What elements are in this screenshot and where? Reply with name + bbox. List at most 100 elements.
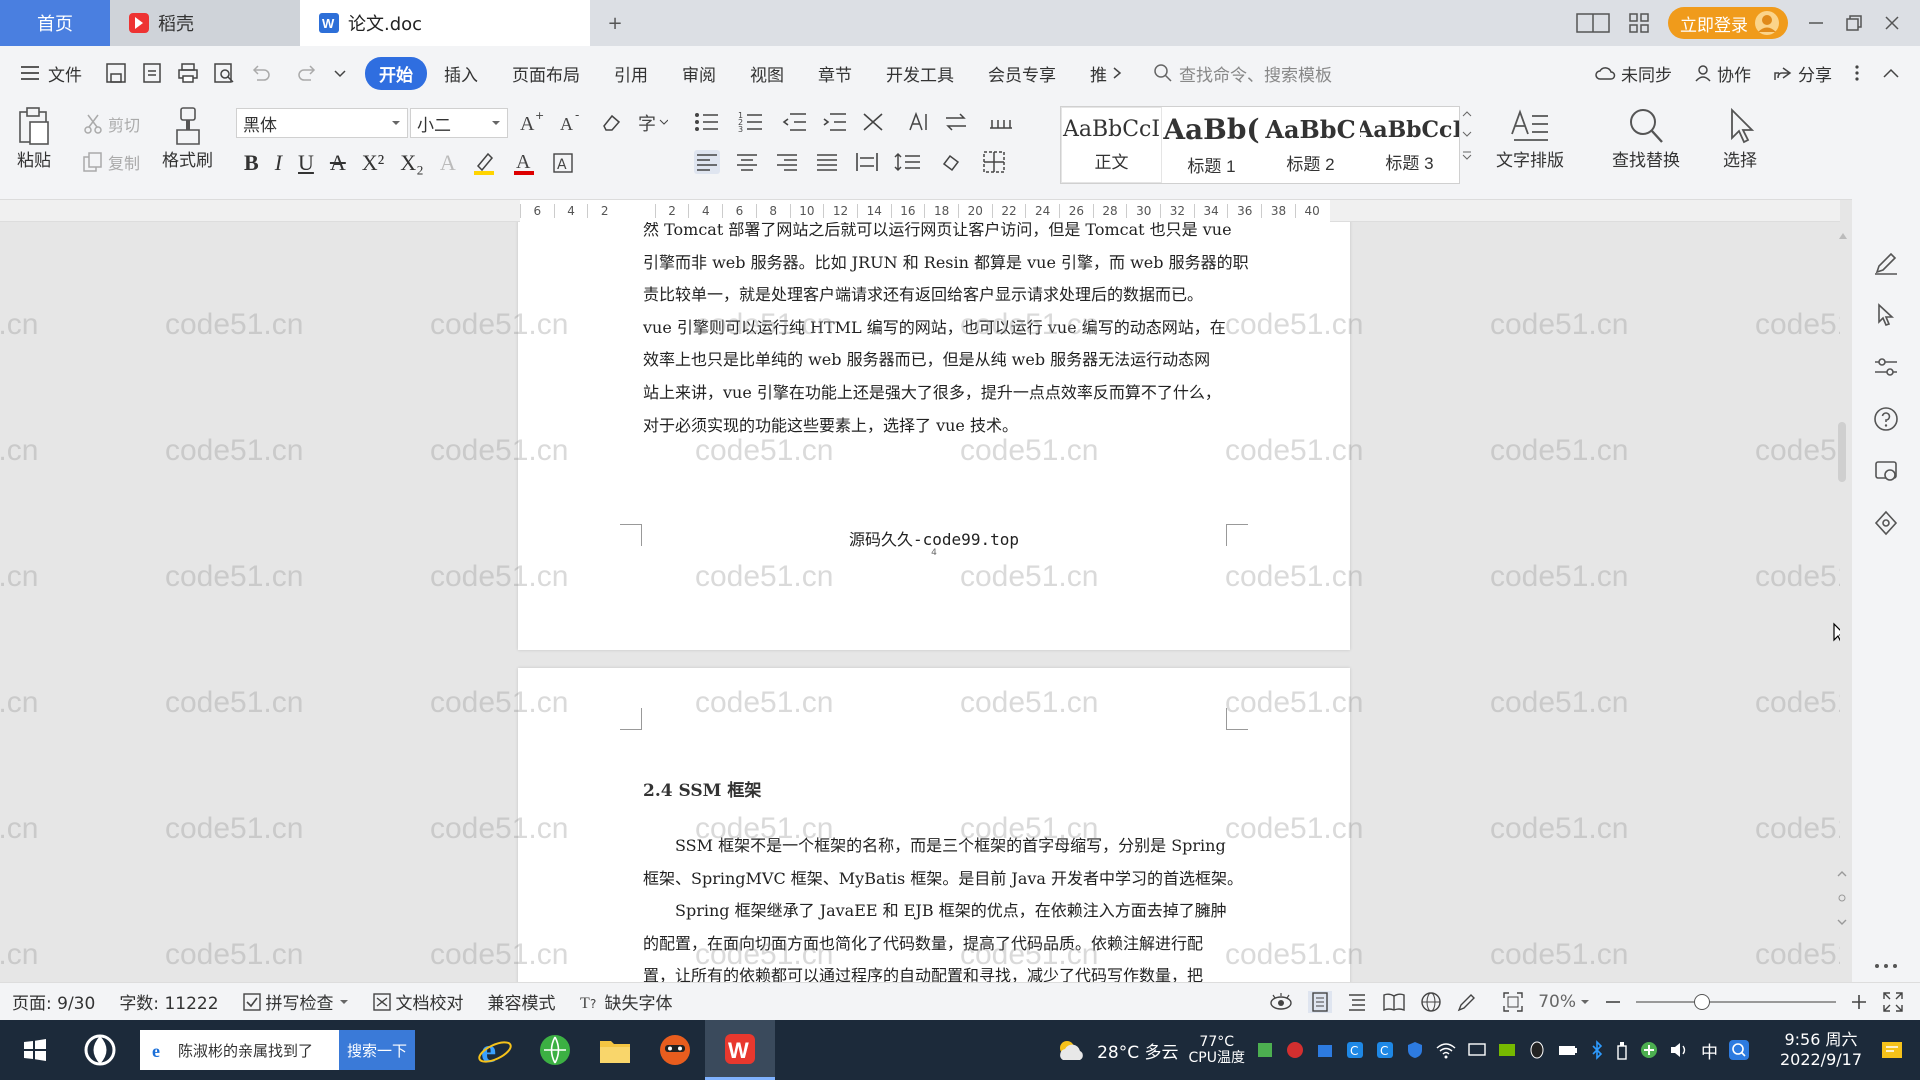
more-dots-icon[interactable] <box>1873 962 1899 970</box>
menu-home[interactable]: 开始 <box>365 56 427 90</box>
sort-icon[interactable] <box>906 110 930 134</box>
tray-monitor-icon[interactable] <box>1467 1040 1487 1060</box>
menu-insert[interactable]: 插入 <box>427 61 495 86</box>
next-page-icon[interactable] <box>1836 916 1848 928</box>
chinese-layout-icon[interactable] <box>862 110 892 134</box>
print-icon[interactable] <box>177 62 199 84</box>
word-count[interactable]: 字数: 11222 <box>107 989 230 1014</box>
text-line[interactable]: 的配置，在面向切面方面也简化了代码数量，提高了代码品质。依赖注解进行配 <box>643 928 1229 961</box>
proofread-button[interactable]: 文档校对 <box>361 989 476 1014</box>
subscript-icon[interactable]: X₂ <box>400 150 424 176</box>
menu-chapter[interactable]: 章节 <box>801 61 869 86</box>
tray-network-app-icon[interactable] <box>1315 1040 1335 1060</box>
file-explorer-icon[interactable] <box>585 1020 645 1080</box>
bluetooth-icon[interactable] <box>1589 1040 1605 1060</box>
expand-styles-icon[interactable] <box>1462 150 1472 160</box>
wifi-icon[interactable] <box>1435 1040 1457 1060</box>
menu-view[interactable]: 视图 <box>733 61 801 86</box>
nvidia-icon[interactable] <box>1497 1040 1517 1060</box>
text-line[interactable]: 责比较单一，就是处理客户端请求还有返回给客户显示请求处理后的数据而已。 <box>643 279 1229 312</box>
superscript-icon[interactable]: X² <box>362 150 384 176</box>
find-replace-button[interactable]: 查找替换 <box>1612 106 1680 171</box>
distributed-align-icon[interactable] <box>854 150 880 174</box>
collab-button[interactable]: 协作 <box>1694 61 1751 86</box>
strikethrough-icon[interactable]: A <box>330 150 346 176</box>
zoom-slider-thumb[interactable] <box>1694 993 1711 1010</box>
write-mode-icon[interactable] <box>1456 991 1478 1013</box>
cpu-temp-widget[interactable]: 77°C CPU温度 <box>1188 1034 1244 1066</box>
search-go-button[interactable]: 搜索一下 <box>338 1030 415 1070</box>
increase-font-icon[interactable]: A + <box>520 110 546 134</box>
page-view-icon[interactable] <box>1308 990 1333 1013</box>
ime-indicator[interactable]: 中 <box>1701 1038 1718 1063</box>
text-line[interactable]: 置，让所有的依赖都可以通过程序的自动配置和寻找，减少了代码写作数量，把 <box>643 960 1229 982</box>
text-line[interactable]: vue 引擎则可以运行纯 HTML 编写的网站，也可以运行 vue 编写的动态网… <box>643 312 1229 345</box>
copy-button[interactable]: 复制 <box>82 150 140 174</box>
numbered-list-icon[interactable]: 123 <box>738 110 768 134</box>
select-button[interactable]: 选择 <box>1720 106 1760 171</box>
text-line[interactable]: 框架、SpringMVC 框架、MyBatis 框架。是目前 Java 开发者中… <box>643 863 1243 896</box>
adjust-sliders-icon[interactable] <box>1873 354 1899 380</box>
justify-icon[interactable] <box>814 150 840 174</box>
battery-icon[interactable] <box>1557 1040 1579 1060</box>
new-tab-button[interactable]: + <box>590 0 640 46</box>
align-left-icon[interactable] <box>694 150 720 174</box>
tray-search-app-icon[interactable] <box>1728 1039 1750 1061</box>
zoom-in-icon[interactable] <box>1850 993 1868 1011</box>
italic-icon[interactable]: I <box>275 150 282 176</box>
prev-page-icon[interactable] <box>1836 868 1848 880</box>
collapse-ribbon-icon[interactable] <box>1882 67 1900 79</box>
tray-green-plus-icon[interactable] <box>1639 1040 1659 1060</box>
chevron-up-icon[interactable] <box>1462 110 1472 118</box>
share-button[interactable]: 分享 <box>1773 61 1832 86</box>
pointer-select-icon[interactable] <box>1873 302 1899 328</box>
zoom-out-icon[interactable] <box>1604 993 1622 1011</box>
spell-check-button[interactable]: 拼写检查 <box>231 989 361 1014</box>
image-tools-icon[interactable] <box>1873 458 1899 484</box>
paragraph-text[interactable]: 然 Tomcat 部署了网站之后就可以运行网页让客户访问，但是 Tomcat 也… <box>643 222 1249 443</box>
document-page[interactable]: 然 Tomcat 部署了网站之后就可以运行网页让客户访问，但是 Tomcat 也… <box>518 222 1350 650</box>
page-footer[interactable]: 源码久久-code99.top <box>518 526 1350 550</box>
page-indicator[interactable]: 页面: 9/30 <box>0 989 107 1014</box>
save-icon[interactable] <box>105 62 127 84</box>
line-spacing-icon[interactable] <box>894 150 924 174</box>
apps-grid-icon[interactable] <box>1628 12 1650 34</box>
close-icon[interactable] <box>1882 13 1902 33</box>
style-normal[interactable]: AaBbCcI 正文 <box>1061 107 1162 183</box>
fullscreen-icon[interactable] <box>1882 991 1904 1013</box>
style-heading-3[interactable]: AaBbCcI 标题 3 <box>1360 107 1459 183</box>
restore-icon[interactable] <box>1844 13 1864 33</box>
menu-file[interactable]: 文件 <box>40 61 99 86</box>
more-options-icon[interactable] <box>1854 63 1860 83</box>
layout-toggle-icon[interactable] <box>1576 12 1610 34</box>
font-size-select[interactable]: 小二 <box>410 108 508 138</box>
chevron-down-icon[interactable] <box>1462 130 1472 138</box>
bullet-list-icon[interactable] <box>694 110 724 134</box>
decrease-indent-icon[interactable] <box>782 110 808 134</box>
text-layout-button[interactable]: 文字排版 <box>1496 106 1564 171</box>
format-painter-button[interactable]: 格式刷 <box>162 106 213 171</box>
menu-developer[interactable]: 开发工具 <box>869 61 971 86</box>
shield-icon[interactable] <box>1405 1040 1425 1060</box>
paste-button[interactable]: 粘贴 <box>16 106 52 171</box>
underline-icon[interactable]: U <box>298 150 314 176</box>
menu-member[interactable]: 会员专享 <box>971 61 1073 86</box>
document-page[interactable]: 2.4 SSM 框架 SSM 框架不是一个框架的名称，而是三个框架的首字母缩写，… <box>518 668 1350 982</box>
select-browse-icon[interactable] <box>1836 892 1848 904</box>
command-search[interactable]: 查找命令、搜索模板 <box>1153 61 1332 86</box>
windows-start-button[interactable] <box>0 1020 70 1080</box>
usb-drive-icon[interactable] <box>1615 1040 1629 1060</box>
tab-document[interactable]: W 论文.doc <box>300 0 590 46</box>
game-app-icon[interactable] <box>645 1020 705 1080</box>
text-line[interactable]: 对于必须实现的功能这些要素上，选择了 vue 技术。 <box>643 410 1229 443</box>
clear-format-icon[interactable] <box>600 110 624 134</box>
zoom-level-select[interactable]: 70% <box>1538 992 1590 1012</box>
menu-recommend[interactable]: 推 <box>1073 61 1111 86</box>
eye-protection-icon[interactable] <box>1268 992 1294 1012</box>
tray-app-icon[interactable] <box>1255 1040 1275 1060</box>
text-line[interactable]: 然 Tomcat 部署了网站之后就可以运行网页让客户访问，但是 Tomcat 也… <box>643 222 1232 247</box>
text-line[interactable]: 效率上也只是比单纯的 web 服务器而已，但是从纯 web 服务器无法运行动态网 <box>643 344 1229 377</box>
char-border-icon[interactable]: A <box>552 152 574 174</box>
redo-icon[interactable] <box>291 62 319 84</box>
scroll-thumb[interactable] <box>1838 422 1846 482</box>
